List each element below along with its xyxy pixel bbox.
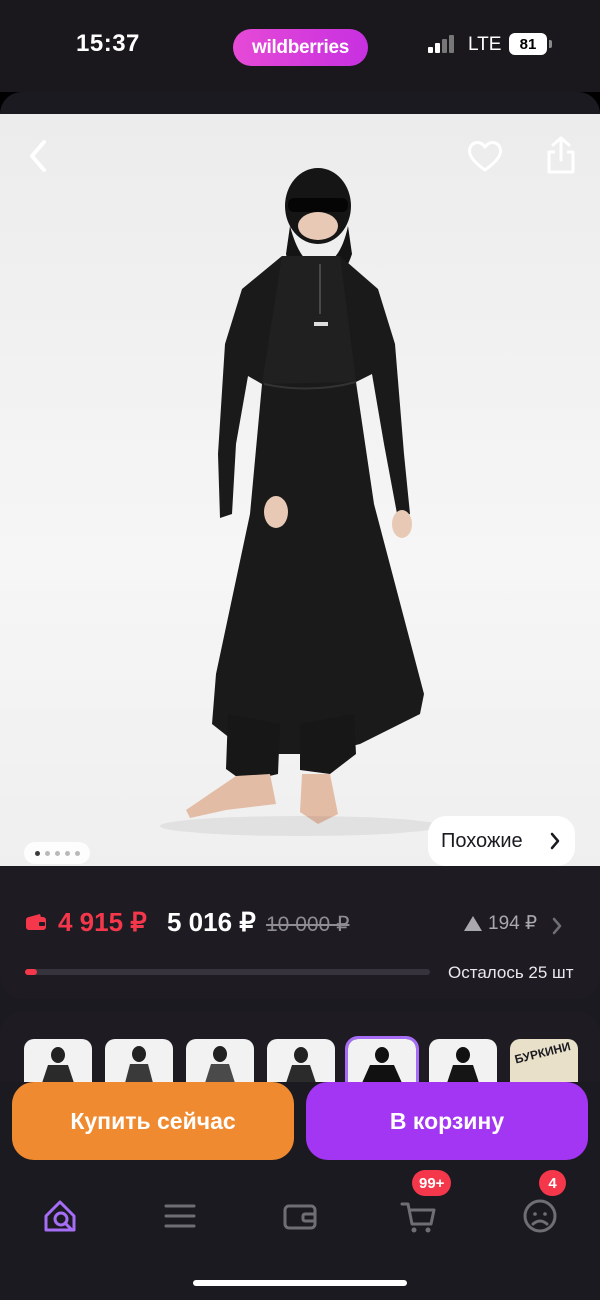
chevron-left-icon[interactable] <box>22 134 56 178</box>
cart-icon[interactable] <box>399 1196 439 1236</box>
pagination-dot <box>44 850 50 856</box>
price-change-value: 194 ₽ <box>488 913 538 934</box>
buy-now-button[interactable]: Купить сейчас <box>12 1082 294 1160</box>
home-search-icon[interactable] <box>40 1196 80 1236</box>
pagination-dot <box>74 850 80 856</box>
gallery-thumb[interactable] <box>186 1039 254 1082</box>
product-photo <box>160 168 440 836</box>
wallet-icon <box>26 914 46 930</box>
profile-badge: 4 <box>539 1170 566 1196</box>
profile-icon[interactable] <box>520 1196 560 1236</box>
price-change[interactable]: 194 ₽ <box>464 912 537 935</box>
status-time: 15:37 <box>76 30 140 57</box>
gallery-thumb[interactable] <box>267 1039 335 1082</box>
gallery-thumb[interactable] <box>105 1039 173 1082</box>
old-price: 10 000 ₽ <box>266 913 350 936</box>
product-screen: Похожие 4 915 ₽ 5 016 ₽ 10 000 ₽ 194 ₽ О… <box>0 92 600 1300</box>
similar-label: Похожие <box>441 829 523 852</box>
current-price: 5 016 ₽ <box>167 907 256 937</box>
wallet-icon[interactable] <box>280 1196 320 1236</box>
image-pagination <box>24 842 90 864</box>
wallet-price: 4 915 ₽ <box>58 907 147 937</box>
gallery-thumb-selected[interactable] <box>345 1036 419 1082</box>
battery-level: 81 <box>519 35 537 53</box>
cart-badge: 99+ <box>412 1170 452 1196</box>
gallery-strip: БУРКИНИ <box>0 1012 600 1082</box>
brand-pill[interactable]: wildberries <box>233 29 368 66</box>
status-bar: 15:37 wildberries LTE 81 <box>0 0 600 92</box>
share-icon[interactable] <box>544 134 578 176</box>
product-image[interactable]: Похожие <box>0 114 600 866</box>
price-up-icon <box>464 916 482 931</box>
heart-icon[interactable] <box>466 138 504 174</box>
add-to-cart-button[interactable]: В корзину <box>306 1082 588 1160</box>
pagination-dot <box>54 850 60 856</box>
chevron-right-icon[interactable] <box>551 916 563 936</box>
gallery-thumb[interactable] <box>24 1039 92 1082</box>
catalog-icon[interactable] <box>160 1196 200 1236</box>
promo-label: БУРКИНИ <box>513 1039 572 1067</box>
gallery-thumb[interactable] <box>429 1039 497 1082</box>
signal-icon <box>428 35 458 53</box>
similar-button[interactable]: Похожие <box>428 816 575 866</box>
network-type: LTE <box>468 34 502 55</box>
pagination-dot <box>64 850 70 856</box>
stock-progress-fill <box>25 969 38 975</box>
gallery-thumb-promo[interactable]: БУРКИНИ <box>510 1039 578 1082</box>
home-indicator <box>193 1280 407 1286</box>
price-card: 4 915 ₽ 5 016 ₽ 10 000 ₽ 194 ₽ Осталось … <box>0 867 600 999</box>
stock-progress <box>25 969 430 975</box>
battery-icon: 81 <box>509 33 552 55</box>
chevron-right-icon <box>550 832 560 850</box>
stock-remaining: Осталось 25 шт <box>448 963 574 982</box>
pagination-dot <box>34 850 40 856</box>
